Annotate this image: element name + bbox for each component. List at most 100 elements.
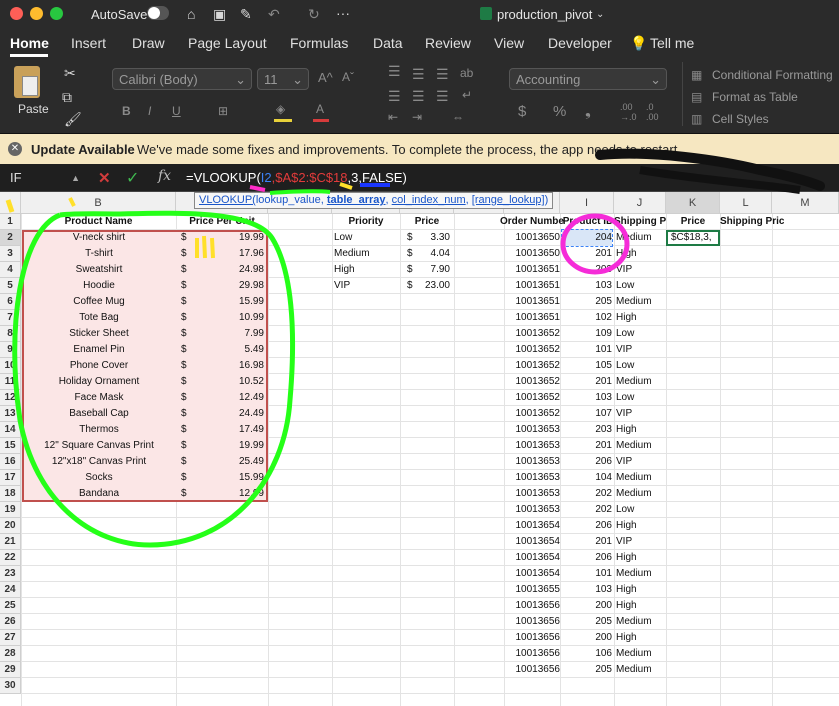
product-name-cell[interactable]: 12" Square Canvas Print — [24, 438, 174, 454]
shipping-priority-cell[interactable]: VIP — [616, 406, 666, 422]
row-header[interactable]: 14 — [0, 422, 21, 438]
paste-button[interactable]: Paste — [18, 102, 49, 116]
tooltip-arg-range-lookup[interactable]: [range_lookup] — [472, 194, 545, 206]
column-header-i[interactable]: I — [560, 192, 614, 214]
cancel-formula-icon[interactable]: ✕ — [98, 169, 111, 187]
row-header[interactable]: 15 — [0, 438, 21, 454]
product-id-cell[interactable]: 101 — [562, 566, 612, 582]
row-header[interactable]: 11 — [0, 374, 21, 390]
copy-icon[interactable]: ⧉ — [62, 90, 72, 104]
priority-price-cell[interactable]: 7.90 — [418, 262, 450, 278]
product-id-cell[interactable]: 201 — [562, 246, 612, 262]
row-header[interactable]: 4 — [0, 262, 21, 278]
shipping-priority-cell[interactable]: Low — [616, 278, 666, 294]
shipping-priority-cell[interactable]: Medium — [616, 438, 666, 454]
priority-cell[interactable]: VIP — [334, 278, 398, 294]
shipping-priority-cell[interactable]: Low — [616, 358, 666, 374]
column-header[interactable] — [0, 192, 21, 214]
save-icon[interactable]: ▣ — [213, 7, 226, 21]
order-number-cell[interactable]: 10013653 — [506, 454, 561, 470]
shipping-priority-cell[interactable]: Medium — [616, 566, 666, 582]
decrease-font-icon[interactable]: Aˇ — [342, 70, 354, 84]
order-number-cell[interactable]: 10013656 — [506, 662, 561, 678]
tab-review[interactable]: Review — [425, 35, 471, 51]
order-number-cell[interactable]: 10013650 — [506, 246, 561, 262]
row-header[interactable]: 1 — [0, 214, 21, 230]
tooltip-arg-lookup-value[interactable]: lookup_value — [256, 194, 321, 206]
row-header[interactable]: 19 — [0, 502, 21, 518]
shipping-priority-cell[interactable]: Medium — [616, 614, 666, 630]
shipping-priority-cell[interactable]: Medium — [616, 470, 666, 486]
priority-price-cell[interactable]: 4.04 — [418, 246, 450, 262]
priority-cell[interactable]: Medium — [334, 246, 398, 262]
order-number-cell[interactable]: 10013653 — [506, 470, 561, 486]
product-id-cell[interactable]: 105 — [562, 358, 612, 374]
product-id-cell[interactable]: 201 — [562, 534, 612, 550]
price-per-unit-cell[interactable]: 24.49 — [196, 406, 264, 422]
shipping-priority-cell[interactable]: Medium — [616, 646, 666, 662]
worksheet-grid[interactable]: B I J K L M 1 2 3 4 5 6 7 8 9 10 11 12 13 14 15 16 17 18 19 20 21 2… — [0, 192, 839, 706]
zoom-window-button[interactable] — [50, 7, 63, 20]
undo-icon[interactable]: ↶ — [268, 7, 280, 21]
wrap-text-icon[interactable]: ↵ — [462, 88, 472, 102]
row-header[interactable]: 8 — [0, 326, 21, 342]
shipping-priority-cell[interactable]: Low — [616, 390, 666, 406]
order-number-cell[interactable]: 10013656 — [506, 614, 561, 630]
order-number-cell[interactable]: 10013654 — [506, 518, 561, 534]
product-name-cell[interactable]: Holiday Ornament — [24, 374, 174, 390]
minimize-window-button[interactable] — [30, 7, 43, 20]
cut-icon[interactable]: ✂ — [64, 66, 76, 80]
cell-styles-button[interactable]: Cell Styles — [712, 112, 769, 126]
align-bottom-icon[interactable]: ☰ — [436, 66, 449, 83]
product-id-cell[interactable]: 103 — [562, 278, 612, 294]
number-format-select[interactable]: Accounting ⌄ — [509, 68, 667, 90]
align-left-icon[interactable]: ☰ — [388, 88, 401, 105]
tooltip-arg-table-array[interactable]: table_array — [327, 194, 386, 206]
product-id-cell[interactable]: 205 — [562, 294, 612, 310]
product-id-cell[interactable]: 200 — [562, 630, 612, 646]
percent-icon[interactable]: % — [553, 103, 566, 120]
shipping-priority-cell[interactable]: Low — [616, 502, 666, 518]
order-number-cell[interactable]: 10013656 — [506, 598, 561, 614]
merge-icon[interactable]: ⇔ — [452, 110, 464, 124]
align-center-icon[interactable]: ☰ — [412, 88, 425, 105]
shipping-priority-cell[interactable]: VIP — [616, 454, 666, 470]
more-icon[interactable]: ··· — [336, 6, 350, 20]
row-header[interactable]: 22 — [0, 550, 21, 566]
active-cell-k2[interactable]: $C$18,3, — [666, 230, 720, 246]
row-header[interactable]: 7 — [0, 310, 21, 326]
edit-icon[interactable]: ✎ — [240, 7, 252, 21]
insert-function-icon[interactable]: fx — [158, 168, 171, 184]
column-header-b[interactable]: B — [21, 192, 176, 214]
tab-formulas[interactable]: Formulas — [290, 35, 348, 51]
row-header[interactable]: 26 — [0, 614, 21, 630]
increase-indent-icon[interactable]: ⇥ — [412, 110, 422, 124]
product-name-cell[interactable]: Coffee Mug — [24, 294, 174, 310]
row-header[interactable]: 5 — [0, 278, 21, 294]
shipping-priority-cell[interactable]: Medium — [616, 230, 666, 246]
align-top-icon[interactable]: ☰ — [388, 64, 401, 78]
order-number-cell[interactable]: 10013656 — [506, 630, 561, 646]
currency-icon[interactable]: $ — [518, 103, 526, 120]
orientation-icon[interactable]: ab — [460, 66, 473, 80]
priority-cell[interactable]: High — [334, 262, 398, 278]
tab-draw[interactable]: Draw — [132, 35, 165, 51]
shipping-priority-cell[interactable]: Medium — [616, 486, 666, 502]
price-per-unit-cell[interactable]: 12.99 — [196, 486, 264, 502]
align-right-icon[interactable]: ☰ — [436, 88, 449, 105]
comma-icon[interactable]: ❟ — [585, 103, 591, 120]
tell-me-search[interactable]: Tell me — [650, 35, 694, 51]
order-number-cell[interactable]: 10013652 — [506, 374, 561, 390]
row-header[interactable]: 28 — [0, 646, 21, 662]
order-number-cell[interactable]: 10013653 — [506, 438, 561, 454]
price-per-unit-cell[interactable]: 17.96 — [196, 246, 264, 262]
column-header-m[interactable]: M — [772, 192, 839, 214]
row-header[interactable]: 29 — [0, 662, 21, 678]
shipping-priority-cell[interactable]: VIP — [616, 342, 666, 358]
tab-home[interactable]: Home — [10, 35, 49, 51]
align-middle-icon[interactable]: ☰ — [412, 66, 425, 83]
product-id-cell[interactable]: 205 — [562, 614, 612, 630]
tab-view[interactable]: View — [494, 35, 524, 51]
product-id-cell[interactable]: 204 — [561, 229, 613, 247]
font-color-icon[interactable]: A — [316, 102, 324, 116]
